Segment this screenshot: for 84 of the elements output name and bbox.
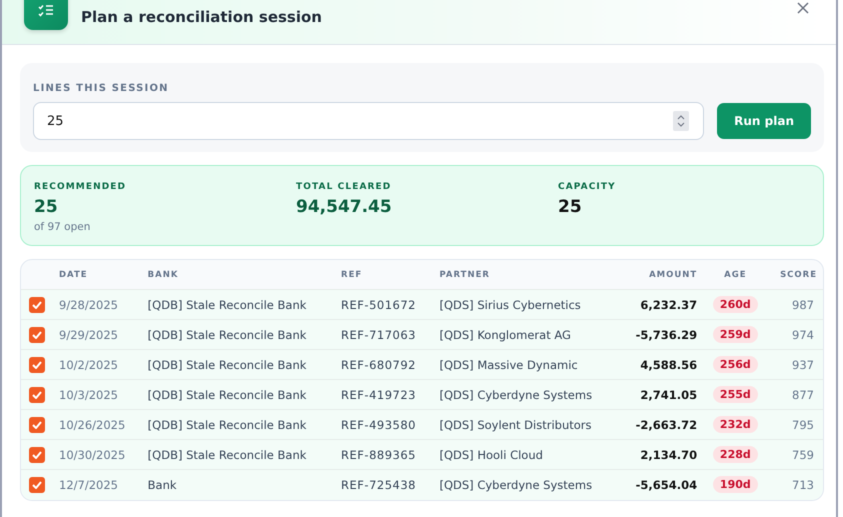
ref-cell: REF-680792 (335, 350, 434, 380)
column-header: BANK (142, 260, 336, 290)
date-cell: 10/2/2025 (53, 350, 142, 380)
check-icon (32, 420, 42, 428)
row-checkbox[interactable] (29, 356, 45, 372)
stat-note: of 97 open (34, 221, 92, 233)
age-badge: 256d (712, 356, 758, 373)
close-icon (797, 2, 809, 14)
score-cell: 713 (768, 470, 823, 500)
ref-cell: REF-717063 (335, 320, 434, 350)
bank-cell: [QDB] Stale Reconcile Bank (142, 440, 336, 470)
bank-cell: [QDB] Stale Reconcile Bank (142, 350, 336, 380)
score-cell: 937 (768, 350, 823, 380)
date-cell: 12/7/2025 (53, 470, 142, 500)
ref-cell: REF-725438 (335, 470, 434, 500)
stat-value: 25 (34, 197, 59, 217)
dialog-title: Plan a reconciliation session (81, 8, 322, 26)
date-cell: 9/29/2025 (53, 320, 142, 350)
age-badge: 228d (712, 446, 758, 463)
bank-cell: Bank (142, 470, 336, 500)
age-badge: 232d (712, 416, 758, 433)
age-badge: 190d (712, 476, 758, 494)
bank-cell: [QDB] Stale Reconcile Bank (142, 290, 336, 320)
column-header: AMOUNT (620, 260, 704, 290)
row-checkbox[interactable] (29, 326, 45, 342)
bank-cell: [QDB] Stale Reconcile Bank (142, 320, 336, 350)
date-cell: 9/28/2025 (53, 290, 142, 320)
stat-value: 25 (558, 197, 583, 217)
stat-label: RECOMMENDED (34, 182, 128, 192)
bank-cell: [QDB] Stale Reconcile Bank (142, 410, 336, 440)
stat-label: CAPACITY (558, 182, 617, 192)
partner-cell: [QDS] Massive Dynamic (433, 350, 620, 380)
number-field[interactable]: 25 (33, 102, 704, 140)
row-checkbox[interactable] (29, 476, 45, 493)
ref-cell: REF-419723 (335, 380, 434, 410)
field-label: LINES THIS SESSION (33, 83, 170, 94)
partner-cell: [QDS] Cyberdyne Systems (433, 470, 620, 500)
ref-cell: REF-493580 (335, 410, 434, 440)
amount-cell: 2,741.05 (620, 380, 704, 410)
score-cell: 877 (768, 380, 823, 410)
amount-cell: 6,232.37 (620, 290, 704, 320)
column-header: REF (335, 260, 434, 290)
age-badge: 255d (712, 386, 758, 403)
age-badge: 260d (712, 296, 758, 313)
score-cell: 759 (768, 440, 823, 470)
date-cell: 10/3/2025 (53, 380, 142, 410)
row-checkbox[interactable] (29, 416, 45, 432)
spinner-icon[interactable] (673, 111, 690, 131)
age-badge: 259d (712, 326, 758, 343)
amount-cell: -5,654.04 (620, 470, 704, 500)
check-icon (32, 450, 42, 458)
column-header: SCORE (768, 260, 823, 290)
ref-cell: REF-889365 (335, 440, 434, 470)
row-checkbox[interactable] (29, 296, 45, 312)
ref-cell: REF-501672 (335, 290, 434, 320)
bank-cell: [QDB] Stale Reconcile Bank (142, 380, 336, 410)
close-button[interactable] (796, 1, 810, 15)
run-plan-button[interactable]: Run plan (717, 103, 811, 139)
stat-label: TOTAL CLEARED (296, 182, 392, 192)
check-icon (32, 360, 42, 368)
date-cell: 10/26/2025 (53, 410, 142, 440)
row-checkbox[interactable] (29, 386, 45, 402)
partner-cell: [QDS] Soylent Distributors (433, 410, 620, 440)
row-checkbox[interactable] (29, 446, 45, 462)
check-icon (32, 330, 42, 338)
partner-cell: [QDS] Cyberdyne Systems (433, 380, 620, 410)
column-header: PARTNER (433, 260, 620, 290)
check-icon (32, 390, 42, 398)
amount-cell: 2,134.70 (620, 440, 704, 470)
score-cell: 987 (768, 290, 823, 320)
column-header: DATE (53, 260, 142, 290)
partner-cell: [QDS] Konglomerat AG (433, 320, 620, 350)
amount-cell: 4,588.56 (620, 350, 704, 380)
score-cell: 974 (768, 320, 823, 350)
score-cell: 795 (768, 410, 823, 440)
partner-cell: [QDS] Sirius Cybernetics (433, 290, 620, 320)
check-icon (32, 480, 42, 489)
amount-cell: -5,736.29 (620, 320, 704, 350)
check-icon (32, 300, 42, 308)
amount-cell: -2,663.72 (620, 410, 704, 440)
column-header: AGE (703, 260, 768, 290)
stat-value: 94,547.45 (296, 197, 393, 217)
partner-cell: [QDS] Hooli Cloud (433, 440, 620, 470)
date-cell: 10/30/2025 (53, 440, 142, 470)
